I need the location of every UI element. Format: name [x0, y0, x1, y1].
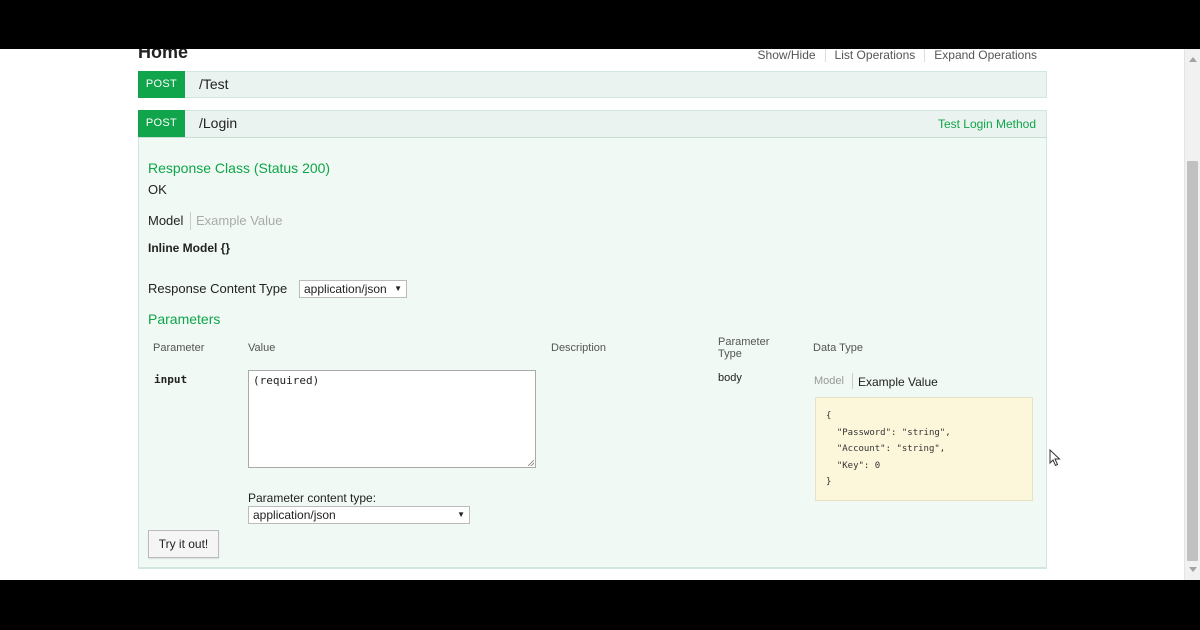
operation-body: Response Class (Status 200) OK Model Exa…	[138, 137, 1047, 568]
data-type-example-tab[interactable]: Example Value	[858, 375, 938, 389]
example-json-line: "Account": "string",	[826, 444, 946, 454]
response-example-tab[interactable]: Example Value	[196, 213, 282, 228]
example-json-line: "Password": "string",	[826, 427, 951, 438]
example-json-line: {	[826, 411, 832, 421]
method-badge[interactable]: POST	[138, 71, 185, 98]
select-value: application/json	[253, 508, 336, 522]
list-operations-link[interactable]: List Operations	[826, 49, 926, 62]
parameter-value-textarea[interactable]: (required)	[248, 370, 536, 468]
top-links: Show/Hide List Operations Expand Operati…	[749, 49, 1037, 62]
caret-down-icon: ▼	[394, 284, 402, 293]
column-header-description: Description	[551, 342, 607, 354]
response-content-type-label: Response Content Type	[148, 281, 288, 296]
scrollbar-thumb[interactable]	[1187, 161, 1198, 561]
column-header-parameter-type: Parameter Type	[718, 336, 769, 360]
expand-operations-link[interactable]: Expand Operations	[925, 49, 1037, 62]
parameter-name: input	[154, 373, 188, 386]
operation-login: POST /Login Test Login Method Response C…	[138, 110, 1047, 569]
show-hide-link[interactable]: Show/Hide	[749, 49, 826, 62]
data-type-model-tab[interactable]: Model	[814, 375, 844, 387]
parameter-content-type-label: Parameter content type:	[248, 491, 377, 505]
example-value-box[interactable]: { "Password": "string", "Account": "stri…	[815, 397, 1033, 501]
operation-path[interactable]: /Test	[199, 76, 229, 92]
mouse-pointer-icon	[1049, 449, 1061, 467]
operation-path[interactable]: /Login	[199, 115, 237, 131]
column-header-data-type: Data Type	[813, 342, 863, 354]
operation-summary-link[interactable]: Test Login Method	[938, 117, 1036, 131]
example-json-line: }	[826, 477, 832, 487]
resize-grip-icon[interactable]	[528, 460, 534, 466]
vertical-scrollbar[interactable]	[1184, 49, 1200, 580]
column-header-line: Type	[718, 348, 742, 360]
inline-model: Inline Model {}	[148, 241, 231, 255]
textarea-placeholder: (required)	[253, 374, 320, 387]
column-header-line: Parameter	[718, 336, 770, 348]
column-header-parameter: Parameter	[153, 342, 205, 354]
section-title: Home	[138, 49, 189, 62]
parameter-type-value: body	[718, 372, 742, 384]
parameters-heading: Parameters	[148, 311, 221, 327]
response-class-value: OK	[148, 182, 167, 197]
response-content-type-select[interactable]: application/json ▼	[299, 280, 407, 298]
operation-test[interactable]: POST /Test	[138, 71, 1047, 98]
operation-header[interactable]: POST /Login Test Login Method	[138, 110, 1046, 137]
select-value: application/json	[304, 282, 387, 296]
scroll-up-icon[interactable]	[1189, 57, 1197, 62]
browser-viewport: Home Show/Hide List Operations Expand Op…	[0, 49, 1184, 580]
scroll-down-icon[interactable]	[1189, 567, 1197, 572]
parameter-content-type-select[interactable]: application/json ▼	[248, 506, 470, 524]
operation-header[interactable]: POST /Test	[138, 71, 1046, 98]
tab-divider	[190, 212, 191, 230]
column-header-value: Value	[248, 342, 276, 354]
try-it-out-button[interactable]: Try it out!	[148, 530, 219, 558]
method-badge[interactable]: POST	[138, 110, 185, 137]
tab-divider	[852, 373, 853, 389]
caret-down-icon: ▼	[457, 510, 465, 519]
example-json-line: "Key": 0	[826, 460, 881, 471]
response-class-heading: Response Class (Status 200)	[148, 160, 331, 176]
response-model-tab[interactable]: Model	[148, 213, 183, 228]
